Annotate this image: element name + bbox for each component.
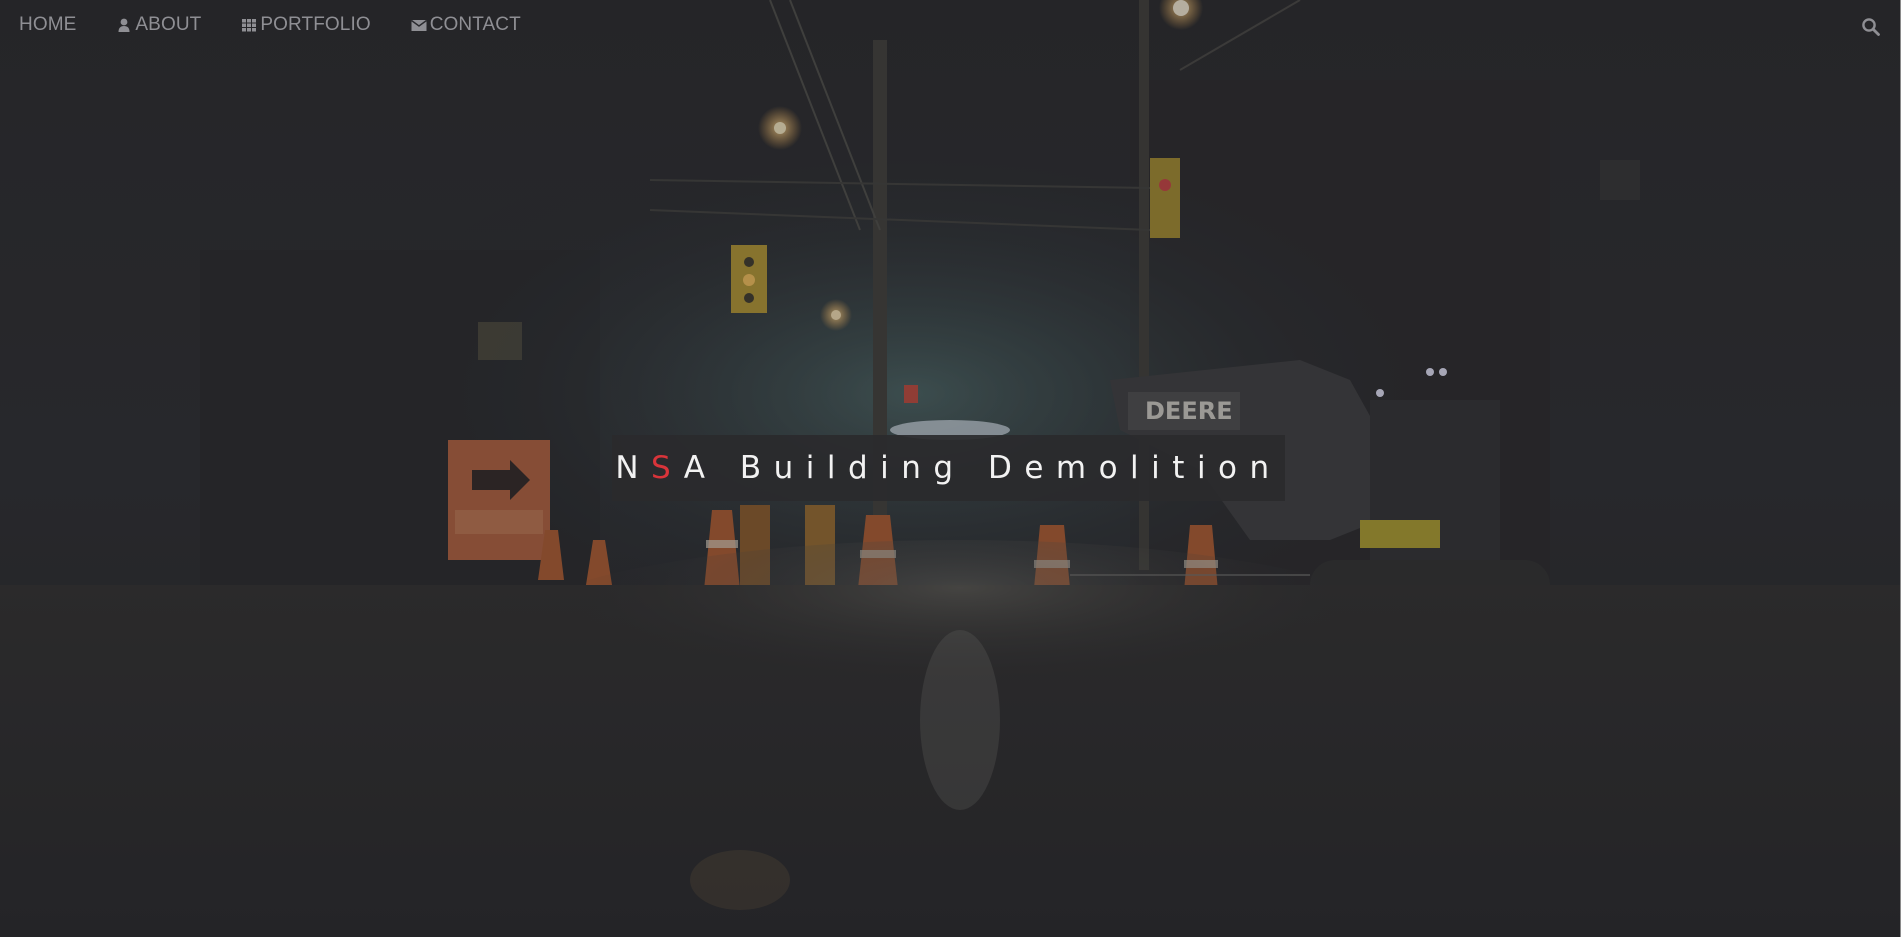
nav-item-contact[interactable]: CONTACT — [410, 14, 521, 36]
nav-item-portfolio[interactable]: PORTFOLIO — [241, 14, 371, 36]
user-icon — [116, 17, 132, 33]
search-icon — [1862, 18, 1880, 36]
nav-item-home-label: HOME — [19, 14, 77, 35]
hero-title-part2: A Building Demolition — [683, 450, 1282, 486]
envelope-icon — [410, 17, 427, 33]
hero-title-box: NSA Building Demolition — [612, 435, 1285, 501]
hero-title-part1: N — [615, 450, 652, 486]
nav-item-home[interactable]: HOME — [19, 14, 76, 36]
hero-title-accent: S — [651, 450, 684, 486]
nav-item-contact-label: CONTACT — [429, 14, 521, 35]
nav-menu: HOME ABOUT PORTFOLIO CONTACT — [19, 14, 561, 36]
top-navbar: HOME ABOUT PORTFOLIO CONTACT — [0, 0, 1901, 52]
nav-item-about[interactable]: ABOUT — [116, 14, 201, 36]
nav-item-portfolio-label: PORTFOLIO — [260, 14, 371, 35]
nav-item-about-label: ABOUT — [135, 14, 202, 35]
page: DEERE HOME ABOUT PORTFOLIO CONTACT NSA B… — [0, 0, 1901, 937]
search-button[interactable] — [1861, 17, 1881, 37]
hero-title: NSA Building Demolition — [615, 450, 1281, 486]
grid-icon — [241, 17, 257, 33]
